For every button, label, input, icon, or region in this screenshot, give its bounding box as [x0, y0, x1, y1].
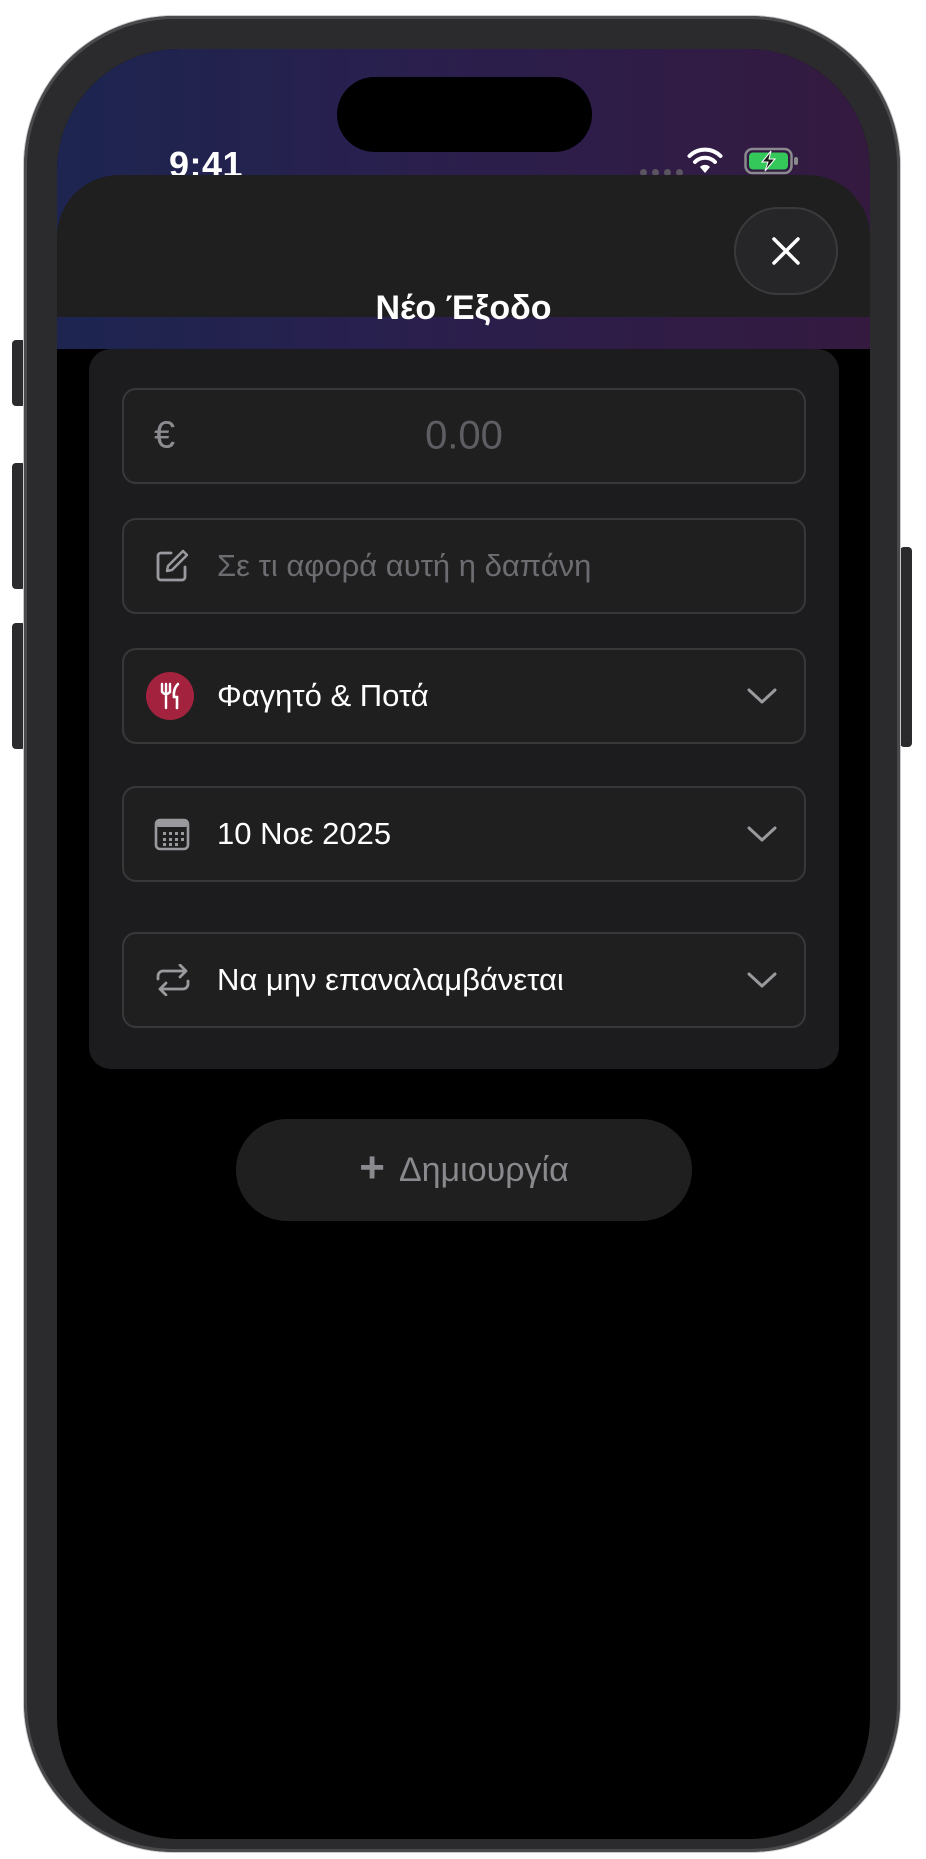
calendar-icon: [154, 818, 190, 851]
repeat-value: Να μην επαναλαμβάνεται: [217, 962, 564, 997]
date-select[interactable]: 10 Νοε 2025: [122, 786, 806, 882]
category-value: Φαγητό & Ποτά: [217, 678, 429, 713]
repeat-select[interactable]: Να μην επαναλαμβάνεται: [122, 932, 806, 1028]
xmark-icon: [772, 237, 800, 265]
chevron-down-icon: [747, 826, 777, 842]
plus-icon: +: [359, 1143, 385, 1192]
description-field[interactable]: Σε τι αφορά αυτή η δαπάνη: [122, 518, 806, 614]
amount-field[interactable]: € 0.00: [122, 388, 806, 484]
create-button[interactable]: + Δημιουργία: [236, 1119, 692, 1221]
chevron-down-icon: [747, 688, 777, 704]
description-placeholder: Σε τι αφορά αυτή η δαπάνη: [217, 548, 592, 583]
create-button-label: Δημιουργία: [398, 1150, 569, 1189]
dynamic-island: [337, 77, 592, 152]
amount-placeholder: 0.00: [425, 413, 503, 458]
square-pencil-icon: [156, 549, 189, 582]
chevron-down-icon: [747, 972, 777, 988]
repeat-icon: [156, 964, 190, 996]
close-button[interactable]: [734, 207, 838, 295]
category-select[interactable]: Φαγητό & Ποτά: [122, 648, 806, 744]
fork-knife-icon: [146, 672, 194, 720]
power-button: [900, 547, 912, 747]
screen: 9:41 Νέο Έξοδο € 0.00 Σε τι αφορά αυτή η…: [57, 49, 870, 1839]
date-value: 10 Νοε 2025: [217, 816, 392, 851]
sheet-title: Νέο Έξοδο: [375, 289, 552, 327]
